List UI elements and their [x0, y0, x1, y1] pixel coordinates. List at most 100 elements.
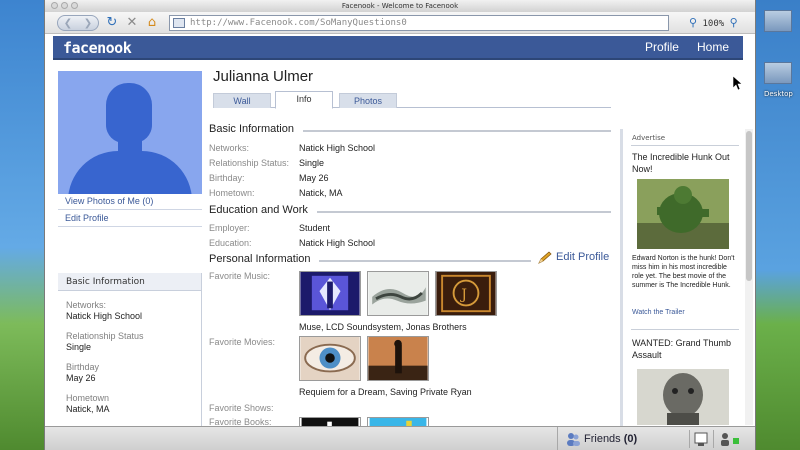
personal-info-title: Personal Information [209, 253, 311, 265]
browser-toolbar: ❮ ❯ ↻ ✕ ⌂ http://www.Facenook.com/SoMany… [45, 12, 755, 34]
close-window-button[interactable] [51, 2, 58, 9]
favorite-shows-label: Favorite Shows: [209, 403, 274, 413]
hometown-label: Hometown: [209, 188, 255, 198]
education-label: Education: [209, 238, 252, 248]
section-divider [317, 211, 611, 213]
ad2-title[interactable]: WANTED: Grand Thumb Assault [632, 337, 732, 361]
nav-home-link[interactable]: Home [697, 40, 729, 54]
music-thumb-jonas[interactable]: J [435, 271, 497, 316]
friends-label: Friends [584, 433, 621, 445]
divider [58, 209, 202, 210]
profile-tabs: Wall Info Photos [213, 91, 611, 109]
sidebar-networks-value: Natick High School [66, 311, 143, 321]
profile-picture[interactable] [58, 71, 202, 194]
window-titlebar: Facenook - Welcome to Facenook [45, 0, 755, 12]
movie-thumb-ryan[interactable] [367, 336, 429, 381]
site-identity-icon[interactable] [173, 18, 185, 28]
maximize-window-button[interactable] [71, 2, 78, 9]
zoom-level: 100% [702, 19, 725, 29]
section-divider [319, 260, 531, 262]
basic-info-sidebar-box: Basic Information Networks: Natick High … [58, 273, 202, 426]
pencil-icon[interactable] [537, 251, 553, 265]
ad-divider [631, 329, 739, 330]
education-title: Education and Work [209, 204, 308, 216]
forward-arrow-icon[interactable]: ❯ [84, 18, 92, 29]
address-bar[interactable]: http://www.Facenook.com/SoManyQuestions0 [169, 15, 669, 31]
movie-thumb-requiem[interactable] [299, 336, 361, 381]
site-nav: Profile Home [645, 40, 729, 54]
edit-profile-sidebar-link[interactable]: Edit Profile [65, 213, 109, 223]
education-value: Natick High School [299, 238, 376, 248]
employer-label: Employer: [209, 223, 250, 233]
ad1-trailer-link[interactable]: Watch the Trailer [632, 309, 685, 316]
url-text: http://www.Facenook.com/SoManyQuestions0 [190, 18, 407, 28]
refresh-icon[interactable]: ↻ [105, 16, 119, 30]
silhouette-head [106, 83, 152, 143]
zoom-out-icon[interactable]: ⚲ [689, 16, 697, 29]
ads-column: Advertise The Incredible Hunk Out Now! E… [620, 129, 739, 426]
hometown-value: Natick, MA [299, 188, 343, 198]
music-thumb-muse[interactable] [299, 271, 361, 316]
friends-count: (0) [623, 433, 638, 445]
desktop-icon-label: Desktop [764, 90, 793, 98]
music-caption: Muse, LCD Soundsystem, Jonas Brothers [299, 322, 467, 332]
sidebar-birthday-label: Birthday [66, 362, 100, 372]
music-thumb-lcd[interactable] [367, 271, 429, 316]
ad1-title[interactable]: The Incredible Hunk Out Now! [632, 151, 732, 175]
sidebar-relationship-value: Single [66, 342, 92, 352]
friends-chat-button[interactable]: Friends (0) [557, 427, 687, 450]
ad2-image[interactable] [637, 369, 729, 425]
ad1-image[interactable] [637, 179, 729, 249]
relationship-value: Single [299, 158, 325, 168]
sidebar-hometown-value: Natick, MA [66, 404, 110, 414]
chat-window-icon[interactable] [689, 430, 711, 448]
book-thumb-1[interactable] [299, 417, 361, 426]
home-icon[interactable]: ⌂ [145, 16, 159, 30]
sidebar-relationship-label: Relationship Status [66, 331, 144, 341]
employer-value: Student [299, 223, 331, 233]
favorite-books-label: Favorite Books: [209, 417, 272, 426]
back-arrow-icon[interactable]: ❮ [64, 18, 72, 29]
online-status-icon[interactable] [713, 430, 743, 448]
sidebar-birthday-value: May 26 [66, 373, 96, 383]
desktop-drive-icon[interactable] [764, 62, 792, 84]
section-divider [303, 130, 611, 132]
divider [58, 226, 202, 227]
birthday-value: May 26 [299, 173, 329, 183]
sidebar-box-title: Basic Information [58, 273, 201, 291]
zoom-in-icon[interactable]: ⚲ [730, 16, 738, 29]
book-thumb-2[interactable] [367, 417, 429, 426]
friends-icon [567, 433, 580, 446]
ad-divider [631, 145, 739, 146]
silhouette-body [68, 151, 192, 194]
edit-profile-link[interactable]: Edit Profile [556, 251, 609, 263]
sidebar-hometown-label: Hometown [66, 393, 110, 403]
page-scrollbar[interactable] [745, 129, 753, 425]
stop-icon[interactable]: ✕ [125, 16, 139, 30]
view-photos-link[interactable]: View Photos of Me (0) [65, 196, 153, 206]
profile-name: Julianna Ulmer [213, 68, 314, 85]
networks-value: Natick High School [299, 143, 376, 153]
networks-label: Networks: [209, 143, 250, 153]
site-header: facenook Profile Home [53, 36, 743, 60]
tab-photos[interactable]: Photos [339, 93, 397, 108]
tab-wall[interactable]: Wall [213, 93, 271, 108]
window-title: Facenook - Welcome to Facenook [341, 2, 459, 10]
desktop-folder-icon[interactable] [764, 10, 792, 32]
advertise-header[interactable]: Advertise [632, 134, 665, 142]
birthday-label: Birthday: [209, 173, 245, 183]
site-logo[interactable]: facenook [63, 39, 132, 57]
mouse-cursor-icon [733, 76, 743, 90]
nav-profile-link[interactable]: Profile [645, 40, 679, 54]
window-controls [51, 2, 78, 9]
favorite-music-label: Favorite Music: [209, 271, 271, 281]
back-forward-buttons: ❮ ❯ [57, 15, 99, 31]
browser-statusbar: Friends (0) [45, 426, 755, 450]
favorite-movies-label: Favorite Movies: [209, 337, 276, 347]
scrollbar-thumb[interactable] [746, 131, 752, 281]
sidebar-networks-label: Networks: [66, 300, 107, 310]
basic-info-title: Basic Information [209, 123, 294, 135]
minimize-window-button[interactable] [61, 2, 68, 9]
zoom-control: ⚲ 100% ⚲ [689, 15, 738, 32]
tab-info[interactable]: Info [275, 91, 333, 109]
